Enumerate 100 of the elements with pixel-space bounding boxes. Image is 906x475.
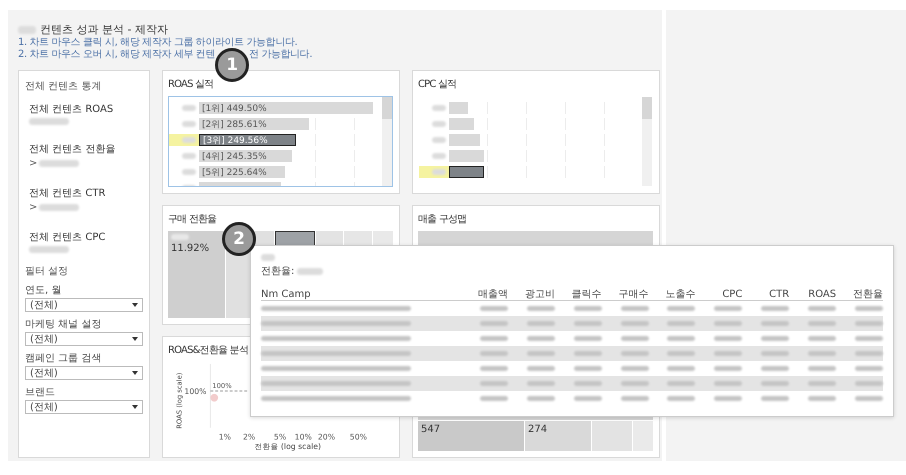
bar[interactable]: [3위] 249.56% (199, 134, 296, 146)
redacted-cell (574, 351, 602, 356)
redacted-cell (714, 396, 742, 401)
treemap-tile (592, 421, 632, 451)
redacted-cell (526, 321, 555, 326)
step-badge: 1 (214, 48, 249, 82)
redacted-cell (620, 366, 649, 371)
redacted-label (182, 153, 196, 159)
redacted-cell (620, 306, 649, 311)
redacted-cell (667, 381, 696, 386)
bar[interactable] (449, 166, 484, 178)
redacted-cell (761, 306, 790, 311)
bar[interactable]: [4위] 245.35% (199, 150, 292, 162)
redacted-cell (620, 351, 649, 356)
stat-label: 전체 컨텐츠 CPC (29, 231, 106, 244)
redacted-cell (714, 336, 742, 341)
redacted-cell (761, 396, 790, 401)
redacted-label (432, 169, 446, 175)
redacted-label (432, 153, 446, 159)
caret-icon (132, 405, 138, 409)
reference-line (210, 390, 250, 392)
redacted-label (432, 105, 446, 111)
page-title: 컨텐츠 성과 분석 - 제작자 (40, 22, 168, 37)
filter-dropdown[interactable]: (전체) (25, 298, 143, 312)
stat-label: 전체 컨텐츠 CTR (29, 187, 106, 200)
redacted-cell (574, 321, 602, 326)
column-header: 전환율 (852, 288, 883, 301)
column-header: 클릭수 (570, 288, 602, 301)
column-header: CTR (768, 288, 790, 300)
instruction-note: 전 가능합니다. (248, 49, 312, 61)
redacted-cell (480, 321, 508, 326)
redacted-cell (808, 351, 836, 356)
treemap-tile[interactable]: 274 (525, 421, 592, 451)
redacted-cell (526, 366, 555, 371)
redacted-cell (855, 381, 883, 386)
column-header: Nm Camp (261, 288, 312, 300)
redacted-cell (667, 351, 696, 356)
filter-label: 연도, 월 (25, 284, 62, 297)
redacted-cell (855, 321, 883, 326)
redacted-cell (667, 321, 696, 326)
redacted-cell (667, 336, 696, 341)
redacted-cell (855, 306, 883, 311)
redacted-cell (480, 336, 508, 341)
redacted-cell (761, 351, 790, 356)
chart-title: ROAS 실적 (168, 78, 214, 91)
redacted-cell (808, 366, 836, 371)
redacted-cell (808, 306, 836, 311)
redacted-cell (761, 381, 790, 386)
redacted-cell (714, 366, 742, 371)
data-point[interactable] (210, 394, 218, 402)
instruction-note: 2. 차트 마우스 오버 시, 해당 제작자 세부 컨텐 (18, 49, 215, 61)
metric-label: 전환율: (261, 265, 294, 278)
tick-label: 100% (184, 386, 206, 396)
bar[interactable]: [5위] 225.64% (199, 166, 285, 178)
redacted-cell (526, 381, 555, 386)
scrollbar[interactable] (642, 97, 652, 186)
caret-icon (132, 371, 138, 375)
redacted-cell (480, 366, 508, 371)
treemap-tile[interactable]: 547 (418, 421, 524, 451)
redacted-value (29, 246, 69, 253)
redacted-cell (574, 366, 602, 371)
column-header: 광고비 (524, 288, 555, 301)
chart-title: 구매 전환율 (168, 213, 216, 226)
redacted-label (182, 121, 196, 127)
redacted-cell (574, 336, 602, 341)
filter-dropdown[interactable]: (전체) (25, 332, 143, 346)
redacted-cell (620, 396, 649, 401)
redacted-cell (855, 336, 883, 341)
stat-prefix: > (29, 158, 38, 169)
redacted-cell (667, 306, 696, 311)
tick-label: 10% (294, 432, 312, 442)
axis-title: 전환율 (log scale) (254, 442, 322, 451)
filter-label: 캠페인 그룹 검색 (25, 352, 102, 365)
redacted-cell (480, 306, 508, 311)
redacted-label (182, 137, 196, 143)
bar[interactable]: [2위] 285.61% (199, 118, 309, 130)
redacted-cell (808, 336, 836, 341)
bar[interactable]: [1위] 449.50% (199, 102, 373, 114)
redacted-cell (620, 321, 649, 326)
chart-title: CPC 실적 (418, 78, 456, 91)
scrollbar[interactable] (382, 97, 392, 186)
caret-icon (132, 303, 138, 307)
redacted-cell (526, 351, 555, 356)
treemap-tile[interactable]: 11.92% (168, 231, 226, 318)
filter-label: 마케팅 채널 설정 (25, 318, 102, 331)
redacted-cell (574, 396, 602, 401)
column-header: ROAS (807, 288, 836, 300)
filter-dropdown[interactable]: (전체) (25, 366, 143, 380)
column-header: 매출액 (476, 288, 508, 301)
redacted-label (432, 137, 446, 143)
redacted-label (432, 121, 446, 127)
filter-dropdown[interactable]: (전체) (25, 400, 143, 414)
redacted-cell (714, 381, 742, 386)
stat-prefix: > (29, 202, 38, 213)
redacted-cell (714, 351, 742, 356)
stat-label: 전체 컨텐츠 전환율 (29, 143, 116, 156)
redacted-cell (855, 366, 883, 371)
redacted-value (39, 204, 80, 211)
redacted-cell (855, 396, 883, 401)
tick-label: 20% (318, 432, 336, 442)
